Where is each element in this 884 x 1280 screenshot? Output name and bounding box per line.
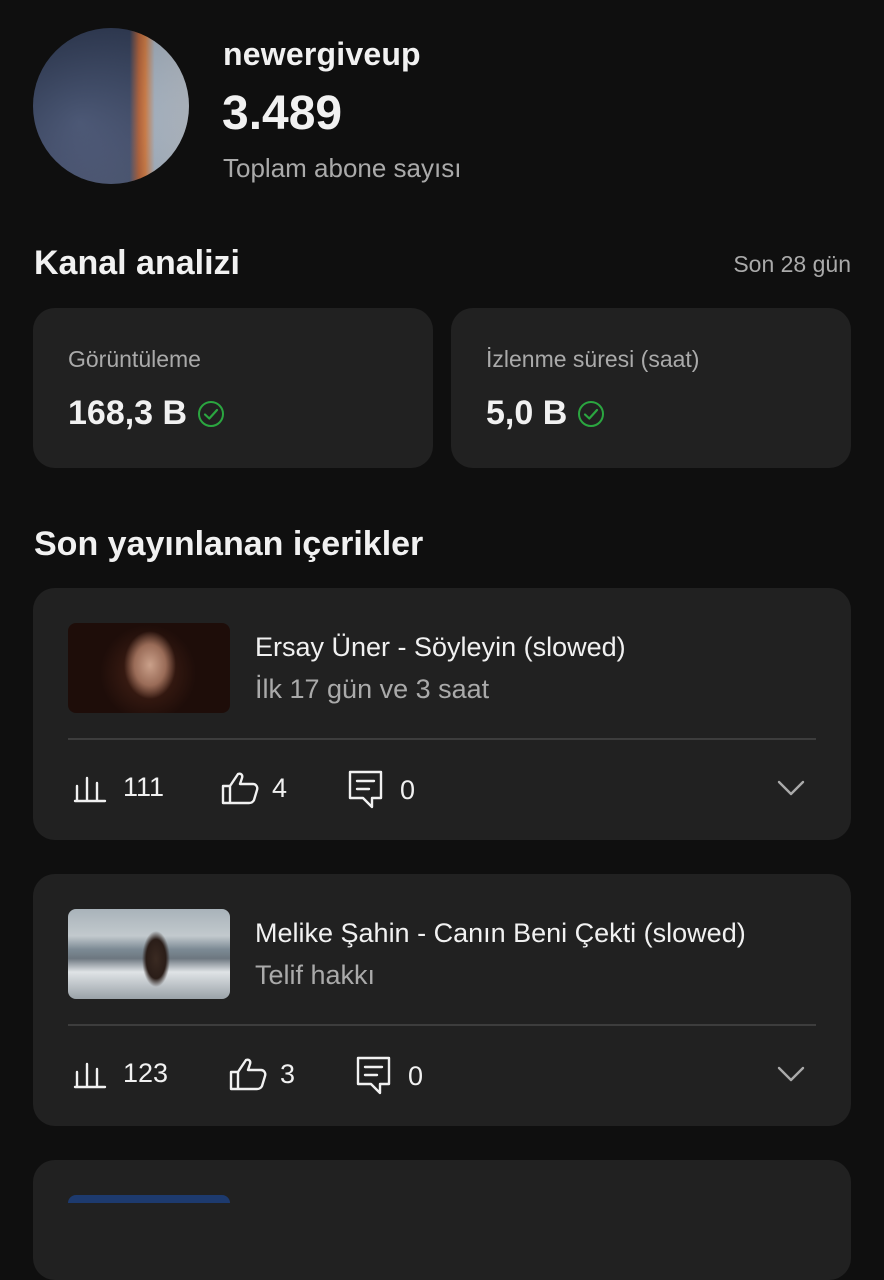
views-card[interactable]: Görüntüleme 168,3 B <box>33 308 433 468</box>
video-thumbnail[interactable] <box>68 623 230 713</box>
thumbs-up-icon <box>221 772 259 805</box>
likes-metric: 4 <box>220 770 287 806</box>
views-metric: 123 <box>73 1056 168 1090</box>
video-thumbnail[interactable] <box>68 1195 230 1203</box>
comment-icon <box>348 770 383 809</box>
video-title[interactable]: Ersay Üner - Söyleyin (slowed) <box>255 632 626 663</box>
chevron-down-icon[interactable] <box>777 780 805 796</box>
divider <box>68 738 816 740</box>
analytics-range[interactable]: Son 28 gün <box>733 251 851 278</box>
video-card[interactable]: Melike Şahin - Canın Beni Çekti (slowed)… <box>33 874 851 1126</box>
views-value: 168,3 B <box>68 394 188 432</box>
video-card[interactable]: Ersay Üner - Söyleyin (slowed) İlk 17 gü… <box>33 588 851 840</box>
comment-icon <box>356 1056 391 1095</box>
comments-count: 0 <box>400 774 416 805</box>
analytics-title: Kanal analizi <box>34 244 240 282</box>
watch-time-label: İzlenme süresi (saat) <box>486 346 700 372</box>
subscriber-count: 3.489 <box>222 87 343 140</box>
video-title[interactable]: Melike Şahin - Canın Beni Çekti (slowed) <box>255 918 746 949</box>
likes-count: 3 <box>280 1058 296 1089</box>
check-circle-icon <box>578 400 605 427</box>
channel-avatar[interactable] <box>33 28 189 184</box>
recent-content-title: Son yayınlanan içerikler <box>34 525 424 563</box>
analytics-bars-icon <box>73 776 107 803</box>
watch-time-card[interactable]: İzlenme süresi (saat) 5,0 B <box>451 308 851 468</box>
views-count: 123 <box>123 1057 169 1088</box>
video-thumbnail[interactable] <box>68 909 230 999</box>
comments-metric: 0 <box>348 770 415 810</box>
likes-count: 4 <box>272 772 288 803</box>
thumbs-up-icon <box>229 1058 267 1091</box>
video-status: Telif hakkı <box>255 960 376 990</box>
likes-metric: 3 <box>228 1056 295 1092</box>
watch-time-value: 5,0 B <box>486 394 568 432</box>
comments-count: 0 <box>408 1060 424 1091</box>
video-status: İlk 17 gün ve 3 saat <box>255 674 490 704</box>
divider <box>68 1024 816 1026</box>
video-card[interactable] <box>33 1160 851 1280</box>
views-label: Görüntüleme <box>68 346 201 372</box>
views-metric: 111 <box>73 770 164 804</box>
chevron-down-icon[interactable] <box>777 1066 805 1082</box>
channel-name: newergiveup <box>223 36 421 72</box>
views-count: 111 <box>123 771 165 802</box>
comments-metric: 0 <box>356 1056 423 1096</box>
check-circle-icon <box>198 400 225 427</box>
analytics-bars-icon <box>73 1062 107 1089</box>
subscriber-label: Toplam abone sayısı <box>223 153 462 183</box>
